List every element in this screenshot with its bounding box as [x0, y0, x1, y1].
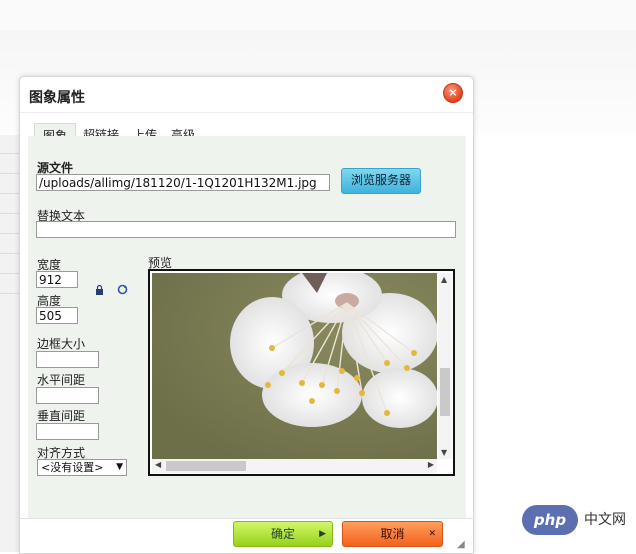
height-input[interactable]: 505	[36, 307, 78, 324]
php-logo: php	[522, 505, 578, 535]
source-url-input[interactable]: /uploads/allimg/181120/1-1Q1201H132M1.jp…	[36, 174, 330, 191]
resize-handle-icon[interactable]: ◢	[457, 539, 469, 551]
reset-size-icon[interactable]	[117, 284, 128, 298]
dialog-title: 图象属性	[29, 90, 85, 106]
width-input[interactable]: 912	[36, 271, 78, 288]
cancel-button-label: 取消	[380, 527, 405, 541]
border-label: 边框大小	[37, 337, 86, 351]
preview-horizontal-scrollbar[interactable]: ◀ ▶	[152, 459, 437, 473]
arrow-right-icon: ▶	[319, 529, 326, 539]
browse-server-button[interactable]: 浏览服务器	[341, 168, 421, 194]
arrow-left-icon[interactable]: ◀	[155, 460, 161, 469]
cancel-button[interactable]: 取消 ✕	[342, 521, 443, 547]
hspace-label: 水平间距	[37, 373, 86, 387]
chevron-down-icon: ▼	[116, 462, 123, 472]
ok-button[interactable]: 确定 ▶	[233, 521, 333, 547]
lock-icon[interactable]	[95, 284, 104, 298]
preview-frame: ▲ ▼ ◀ ▶	[148, 269, 455, 476]
border-input[interactable]	[36, 351, 99, 368]
title-divider	[20, 112, 473, 113]
arrow-up-icon[interactable]: ▲	[441, 275, 447, 284]
watermark-text: 中文网	[584, 512, 626, 528]
vspace-input[interactable]	[36, 423, 99, 440]
close-icon: ✕	[428, 529, 436, 539]
align-selected-value: <没有设置>	[41, 461, 104, 474]
align-select[interactable]: <没有设置> ▼	[37, 459, 127, 476]
preview-image	[152, 273, 437, 459]
arrow-down-icon[interactable]: ▼	[441, 448, 447, 457]
preview-vertical-scrollbar[interactable]: ▲ ▼	[438, 273, 452, 459]
editor-toolbar-area	[0, 0, 636, 31]
vertical-scroll-thumb[interactable]	[440, 368, 450, 416]
image-tab-panel: 源文件 /uploads/allimg/181120/1-1Q1201H132M…	[28, 136, 466, 518]
arrow-right-icon[interactable]: ▶	[428, 460, 434, 469]
close-icon[interactable]: ×	[443, 83, 463, 103]
alt-text-input[interactable]	[36, 221, 456, 238]
horizontal-scroll-thumb[interactable]	[166, 461, 246, 471]
vspace-label: 垂直间距	[37, 409, 86, 423]
image-properties-dialog: 图象属性 × 图象 超链接 上传 高级 源文件 /uploads/allimg/…	[19, 76, 474, 554]
ok-button-label: 确定	[270, 527, 295, 541]
footer-divider	[20, 518, 473, 519]
hspace-input[interactable]	[36, 387, 99, 404]
